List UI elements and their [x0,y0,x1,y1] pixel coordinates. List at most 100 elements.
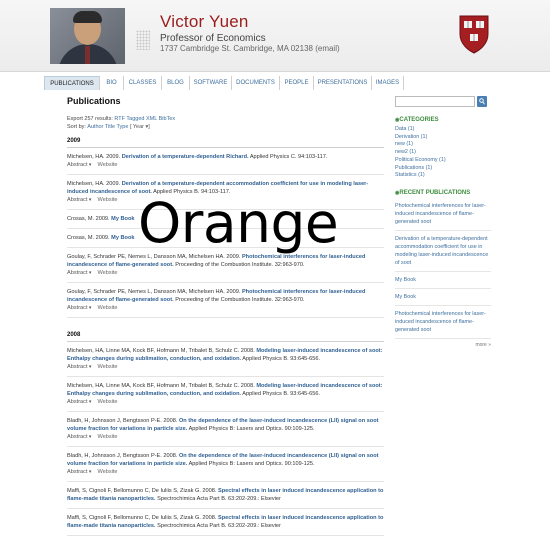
export-xml-link[interactable]: XML [146,116,157,122]
sort-option[interactable]: Author [87,124,103,130]
website-link[interactable]: Website [97,364,117,370]
overlay-caption: Orange [138,191,339,255]
publication-links: Abstract Website [67,161,384,169]
year-heading: 2008 [67,332,384,342]
recent-publication-link[interactable]: Photochemical interferences for laser-in… [395,306,491,339]
publication-entry: Bladh, H, Johnsson J, Bengtsson P-E. 200… [67,412,384,447]
category-link[interactable]: Statistics (1) [395,172,491,180]
publication-authors: Michelsen, HA. 2009. [67,154,121,160]
export-tagged-link[interactable]: Tagged [126,116,144,122]
publication-authors: Bladh, H, Johnsson J, Bengtsson P-E. 200… [67,453,178,459]
recent-publication-link[interactable]: My Book [395,272,491,289]
publication-source: Applied Physics B. 93:645-656. [242,391,321,397]
tab-bio[interactable]: BIO [100,76,124,90]
export-line: Export 257 results: RTF Tagged XML BibTe… [67,116,176,122]
category-link[interactable]: Political Economy (1) [395,157,491,165]
category-link[interactable]: new (1) [395,141,491,149]
more-link[interactable]: more » [395,342,491,348]
publication-entry: Bladh, H, Johnsson J, Bengtsson P-E. 200… [67,447,384,482]
publication-title-link[interactable]: Derivation of a temperature-dependent Ri… [122,154,249,160]
website-link[interactable]: Website [97,305,117,311]
category-link[interactable]: new2 (1) [395,149,491,157]
tab-presentations[interactable]: PRESENTATIONS [314,76,372,90]
profile-photo [50,8,125,64]
publication-entry: Maffi, S, Cignoli F, Bellomunno C, De Iu… [67,509,384,536]
tab-documents[interactable]: DOCUMENTS [232,76,280,90]
website-link[interactable]: Website [97,270,117,276]
export-bibtex-link[interactable]: BibTex [159,116,176,122]
publication-authors: Goulay, F, Schrader PE, Nemes L, Dansson… [67,289,241,295]
sidebar: CATEGORIES Data (1)Derivation (1)new (1)… [395,96,491,348]
publication-title-link[interactable]: My Book [111,235,134,241]
recent-publications-list: Photochemical interferences for laser-in… [395,198,491,339]
tab-software[interactable]: SOFTWARE [190,76,232,90]
abstract-toggle[interactable]: Abstract [67,434,91,440]
publication-authors: Crosas, M. 2009. [67,235,110,241]
sort-option[interactable]: [ Year ▾] [130,124,150,130]
abstract-toggle[interactable]: Abstract [67,162,91,168]
tab-classes[interactable]: CLASSES [124,76,162,90]
publication-entry: Michelsen, HA, Linne MA, Kock BF, Hofman… [67,377,384,412]
tab-publications[interactable]: PUBLICATIONS [44,76,100,90]
publication-source: Proceeding of the Combustion Institute. … [175,297,305,303]
year-heading: 2009 [67,138,384,148]
publication-source: Applied Physics B: Lasers and Optics. 90… [188,426,315,432]
tab-images[interactable]: IMAGES [372,76,404,90]
publication-entry: Michelsen, HA, Linne MA, Kock BF, Hofman… [67,342,384,377]
decorative-dots [136,30,150,50]
search-button[interactable] [477,96,487,107]
publication-links: Abstract Website [67,269,384,277]
publication-title-link[interactable]: My Book [111,216,134,222]
abstract-toggle[interactable]: Abstract [67,364,91,370]
website-link[interactable]: Website [97,399,117,405]
publication-source: Applied Physics B: Lasers and Optics. 90… [188,461,315,467]
category-link[interactable]: Publications (1) [395,165,491,173]
website-link[interactable]: Website [97,469,117,475]
recent-publication-link[interactable]: My Book [395,289,491,306]
publication-links: Abstract Website [67,433,384,441]
website-link[interactable]: Website [97,162,117,168]
publication-source: Applied Physics B. 93:645-656. [242,356,321,362]
search-icon [479,98,485,105]
site-owner-name[interactable]: Victor Yuen [160,12,249,32]
publication-authors: Bladh, H, Johnsson J, Bengtsson P-E. 200… [67,418,178,424]
main-nav: PUBLICATIONS BIO CLASSES BLOG SOFTWARE DOCUME… [44,76,504,90]
publication-authors: Michelsen, HA, Linne MA, Kock BF, Hofman… [67,383,255,389]
tab-blog[interactable]: BLOG [162,76,190,90]
publication-source: Applied Physics C. 94:103-117. [249,154,328,160]
export-rtf-link[interactable]: RTF [114,116,125,122]
abstract-toggle[interactable]: Abstract [67,197,91,203]
sort-option[interactable]: Type [116,124,128,130]
publication-entry: Goulay, F, Schrader PE, Nemes L, Dansson… [67,283,384,318]
website-link[interactable]: Website [97,197,117,203]
publication-entry: Maffi, S, Cignoli F, Bellomunno C, De Iu… [67,482,384,509]
page-title: Publications [67,96,121,106]
category-link[interactable]: Derivation (1) [395,134,491,142]
website-link[interactable]: Website [97,434,117,440]
recent-publication-link[interactable]: Photochemical interferences for laser-in… [395,198,491,231]
publication-links: Abstract Website [67,468,384,476]
recent-publication-link[interactable]: Derivation of a temperature-dependent ac… [395,231,491,272]
category-list: Data (1) Derivation (1) new (1) new2 (1) Pol… [395,126,491,180]
publication-authors: Michelsen, HA. 2009. [67,181,121,187]
abstract-toggle[interactable]: Abstract [67,305,91,311]
publication-authors: Maffi, S, Cignoli F, Bellomunno C, De Iu… [67,488,217,494]
sort-line: Sort by: Author Title Type [ Year ▾] [67,124,150,130]
publication-authors: Michelsen, HA, Linne MA, Kock BF, Hofman… [67,348,255,354]
main-content: Publications Export 257 results: RTF Tag… [62,96,384,536]
abstract-toggle[interactable]: Abstract [67,399,91,405]
publication-links: Abstract Website [67,363,384,371]
search-box [395,96,487,107]
tab-people[interactable]: PEOPLE [280,76,314,90]
sort-option[interactable]: Title [105,124,115,130]
recent-publications-heading: RECENT PUBLICATIONS [395,190,491,196]
harvard-shield-icon[interactable] [458,14,490,54]
abstract-toggle[interactable]: Abstract [67,469,91,475]
categories-heading: CATEGORIES [395,117,491,123]
publication-links: Abstract Website [67,304,384,312]
owner-title: Professor of Economics [160,33,266,44]
publication-authors: Crosas, M. 2009. [67,216,110,222]
category-link[interactable]: Data (1) [395,126,491,134]
abstract-toggle[interactable]: Abstract [67,270,91,276]
search-input[interactable] [395,96,475,107]
